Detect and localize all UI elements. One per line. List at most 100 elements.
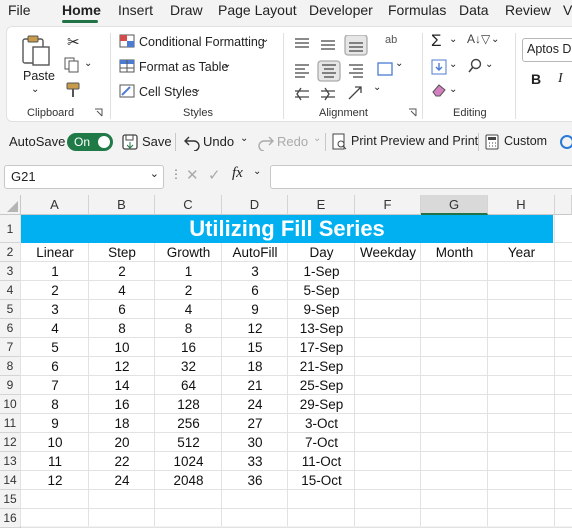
row-header-3[interactable]: 3 <box>0 262 21 281</box>
column-header-h[interactable]: H <box>488 195 555 215</box>
table-cell[interactable]: 1-Sep <box>288 262 355 281</box>
name-box[interactable]: G21 ⌄ <box>4 165 164 189</box>
row-header-1[interactable]: 1 <box>0 215 21 243</box>
table-cell[interactable]: 8 <box>155 319 222 338</box>
table-cell[interactable]: 13-Sep <box>288 319 355 338</box>
chevron-down-icon[interactable]: ⌄ <box>223 59 231 70</box>
tab-developer[interactable]: Developer <box>309 2 373 18</box>
row-header-15[interactable]: 15 <box>0 490 21 509</box>
table-cell[interactable]: 7-Oct <box>288 433 355 452</box>
column-header-i[interactable] <box>555 195 572 215</box>
table-cell[interactable]: 24 <box>222 395 288 414</box>
tab-home[interactable]: Home <box>62 2 101 18</box>
chevron-down-icon[interactable]: ⌄ <box>261 34 269 45</box>
tab-page-layout[interactable]: Page Layout <box>218 2 297 18</box>
table-cell[interactable]: 24 <box>89 471 155 490</box>
table-cell[interactable]: 2 <box>155 281 222 300</box>
chevron-down-icon[interactable]: ⌄ <box>193 84 201 95</box>
row-header-7[interactable]: 7 <box>0 338 21 357</box>
column-label-weekday[interactable]: Weekday <box>355 243 421 262</box>
table-cell[interactable]: 12 <box>222 319 288 338</box>
column-label-day[interactable]: Day <box>288 243 355 262</box>
table-cell[interactable]: 4 <box>21 319 89 338</box>
table-cell[interactable]: 25-Sep <box>288 376 355 395</box>
row-header-16[interactable]: 16 <box>0 509 21 528</box>
table-cell[interactable]: 9 <box>21 414 89 433</box>
clear-icon[interactable] <box>431 83 447 97</box>
column-header-f[interactable]: F <box>355 195 421 215</box>
table-cell[interactable]: 256 <box>155 414 222 433</box>
sheet-title[interactable]: Utilizing Fill Series <box>21 215 553 243</box>
chevron-down-icon[interactable]: ⌄ <box>449 59 457 70</box>
print-preview-button[interactable]: Print Preview and Print <box>351 134 478 148</box>
chevron-down-icon[interactable]: ⌄ <box>449 34 457 45</box>
table-cell[interactable]: 6 <box>222 281 288 300</box>
table-cell[interactable]: 5 <box>21 338 89 357</box>
table-cell[interactable]: 10 <box>89 338 155 357</box>
row-header-8[interactable]: 8 <box>0 357 21 376</box>
copy-dropdown-icon[interactable]: ⌄ <box>84 58 92 69</box>
table-cell[interactable]: 1 <box>155 262 222 281</box>
tab-insert[interactable]: Insert <box>118 2 153 18</box>
table-cell[interactable]: 27 <box>222 414 288 433</box>
table-cell[interactable]: 12 <box>21 471 89 490</box>
table-cell[interactable]: 1 <box>21 262 89 281</box>
column-header-c[interactable]: C <box>155 195 222 215</box>
row-header-4[interactable]: 4 <box>0 281 21 300</box>
row-header-2[interactable]: 2 <box>0 243 21 262</box>
table-cell[interactable]: 9 <box>222 300 288 319</box>
table-cell[interactable]: 9-Sep <box>288 300 355 319</box>
enter-icon[interactable]: ✓ <box>208 166 221 184</box>
table-cell[interactable]: 11-Oct <box>288 452 355 471</box>
table-cell[interactable]: 15 <box>222 338 288 357</box>
table-cell[interactable]: 7 <box>21 376 89 395</box>
chevron-down-icon[interactable]: ⌄ <box>395 58 403 69</box>
format-as-table-button[interactable]: Format as Table <box>139 60 228 74</box>
table-cell[interactable]: 3 <box>222 262 288 281</box>
wrap-text-icon[interactable]: ab <box>385 34 397 46</box>
sort-filter-icon[interactable]: A↓▽ <box>467 32 490 46</box>
table-cell[interactable]: 20 <box>89 433 155 452</box>
chevron-down-icon[interactable]: ⌄ <box>253 166 261 177</box>
tab-review[interactable]: Review <box>505 2 551 18</box>
table-cell[interactable]: 16 <box>155 338 222 357</box>
print-preview-icon[interactable] <box>331 133 347 151</box>
chevron-down-icon[interactable]: ⌄ <box>485 59 493 70</box>
column-header-d[interactable]: D <box>222 195 288 215</box>
column-header-e[interactable]: E <box>288 195 355 215</box>
row-header-13[interactable]: 13 <box>0 452 21 471</box>
row-header-12[interactable]: 12 <box>0 433 21 452</box>
paste-icon[interactable] <box>19 33 53 67</box>
table-cell[interactable]: 11 <box>21 452 89 471</box>
select-all-button[interactable] <box>0 195 21 215</box>
table-cell[interactable]: 4 <box>89 281 155 300</box>
chevron-down-icon[interactable]: ⌄ <box>491 34 499 45</box>
table-cell[interactable]: 33 <box>222 452 288 471</box>
table-cell[interactable]: 21-Sep <box>288 357 355 376</box>
format-painter-icon[interactable] <box>64 81 82 99</box>
paste-dropdown-icon[interactable]: ⌄ <box>31 84 39 95</box>
table-cell[interactable]: 8 <box>89 319 155 338</box>
table-cell[interactable]: 16 <box>89 395 155 414</box>
column-header-a[interactable]: A <box>21 195 89 215</box>
column-header-g[interactable]: G <box>421 195 488 215</box>
conditional-formatting-icon[interactable] <box>119 34 135 48</box>
table-cell[interactable]: 5-Sep <box>288 281 355 300</box>
dialog-launcher-icon[interactable] <box>94 108 104 118</box>
table-cell[interactable]: 3-Oct <box>288 414 355 433</box>
table-cell[interactable]: 6 <box>21 357 89 376</box>
formula-input[interactable] <box>270 165 572 189</box>
column-label-autofill[interactable]: AutoFill <box>222 243 288 262</box>
undo-dropdown-icon[interactable]: ⌄ <box>240 133 248 144</box>
table-cell[interactable]: 2 <box>21 281 89 300</box>
cut-icon[interactable]: ✂ <box>67 33 80 51</box>
circle-icon[interactable] <box>558 134 572 150</box>
tab-file[interactable]: File <box>8 2 31 18</box>
table-cell[interactable]: 15-Oct <box>288 471 355 490</box>
row-header-11[interactable]: 11 <box>0 414 21 433</box>
calculator-icon[interactable] <box>485 134 499 150</box>
table-cell[interactable]: 64 <box>155 376 222 395</box>
font-name-box[interactable]: Aptos Di <box>522 38 572 62</box>
copy-icon[interactable] <box>63 57 81 73</box>
table-cell[interactable]: 12 <box>89 357 155 376</box>
